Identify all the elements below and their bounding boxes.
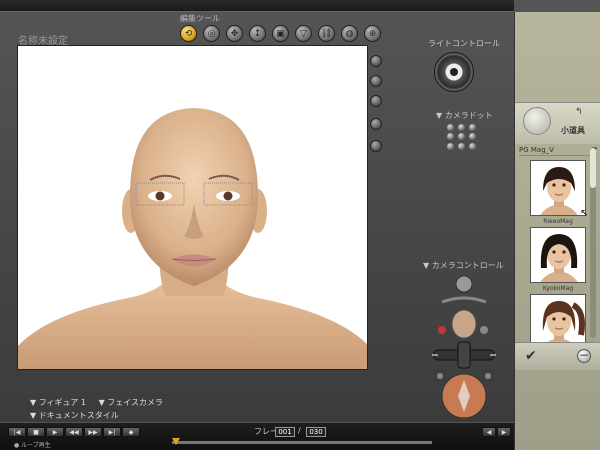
camera-dot-label[interactable]: ▼ カメラドット [436, 110, 493, 121]
mouse-pointer-icon: ↖ [580, 208, 589, 219]
library-section-title: 小道具 [561, 126, 585, 135]
library-footer: ✔ − [515, 342, 600, 370]
total-frames-field[interactable]: 030 [306, 427, 326, 437]
rotate-tool-icon: ⟲ [184, 28, 193, 39]
right-transport-controls: ◀ ▶ [482, 427, 511, 437]
library-header: ↰ 小道具 [515, 102, 600, 144]
taper-tool-icon: ▽ [300, 28, 307, 39]
library-item-thumbnail [530, 227, 586, 283]
props-category-icon[interactable] [523, 107, 551, 135]
color-tool-button[interactable]: ◍ [341, 25, 358, 42]
translate-in-out-tool-icon: ↕ [253, 28, 262, 39]
taper-tool-button[interactable]: ▽ [295, 25, 312, 42]
light-control-label: ライトコントロール [428, 39, 500, 48]
apply-checkmark-button[interactable]: ✔ [525, 348, 537, 364]
timeline-prev-button[interactable]: ◀ [482, 427, 496, 437]
translate-tool-button[interactable]: ✥ [226, 25, 243, 42]
color-tool-icon: ◍ [345, 28, 354, 39]
library-item-thumbnail [530, 160, 586, 216]
camera-dot-1[interactable] [447, 124, 454, 131]
editing-tools-title: 編集ツール [180, 14, 220, 23]
light-control-globe[interactable] [434, 52, 474, 92]
camera-control-widget[interactable] [428, 272, 506, 420]
timeline-next-button[interactable]: ▶ [497, 427, 511, 437]
camera-control-label[interactable]: ▼ カメラコントロール [423, 260, 504, 271]
chain-break-tool-button[interactable]: ⛓ [318, 25, 335, 42]
camera-dot-8[interactable] [458, 142, 465, 150]
figure-render [18, 108, 367, 369]
document-style-menu[interactable]: ▼ ドキュメントスタイル [30, 410, 119, 421]
go-start-button[interactable]: |◀ [8, 427, 26, 437]
view-buttons [370, 55, 382, 107]
timeline-slider[interactable] [172, 438, 432, 445]
library-dropdown[interactable]: PG Mag_V ▼ [519, 146, 597, 156]
library-scrollbar[interactable] [590, 148, 596, 338]
camera-head-icon[interactable] [455, 275, 473, 293]
view-magnifier-tool-icon: ⊕ [368, 28, 377, 39]
remove-button[interactable]: − [577, 349, 591, 363]
library-panel: ↰ 小道具 PG Mag_V ▼ RieeoMag KyokoMag ✔ − [514, 12, 600, 450]
view-button-2[interactable] [370, 75, 382, 87]
camera-dot-2[interactable] [458, 124, 465, 131]
editing-toolbar: ⟲ ◎ ✥ ↕ ▣ ▽ ⛓ ◍ ⊕ [180, 25, 381, 42]
step-back-button[interactable]: ◀◀ [65, 427, 83, 437]
view-button-3[interactable] [370, 95, 382, 107]
timeline-slider-knob[interactable] [172, 438, 180, 445]
camera-dot-4[interactable] [447, 133, 454, 141]
library-item[interactable]: KyokoMag [523, 227, 593, 294]
library-thumbnails: RieeoMag KyokoMag [523, 160, 593, 361]
poser-window: 名称未設定 編集ツール ⟲ ◎ ✥ ↕ ▣ ▽ ⛓ ◍ ⊕ ライトコントロール … [0, 0, 600, 450]
scale-tool-button[interactable]: ▣ [272, 25, 289, 42]
library-scroll-thumb[interactable] [590, 148, 596, 188]
light-center-icon [450, 68, 458, 76]
twist-tool-button[interactable]: ◎ [203, 25, 220, 42]
tab-face-camera[interactable]: ▼ フェイスカメラ [99, 398, 163, 407]
camera-dot-3[interactable] [469, 124, 476, 131]
bottom-tabs: ▼ フィギュア 1 ▼ フェイスカメラ [30, 397, 173, 408]
play-button[interactable]: ▶ [46, 427, 64, 437]
transport-controls: |◀ ■ ▶ ◀◀ ▶▶ ▶| ◆ [8, 427, 140, 437]
step-forward-button[interactable]: ▶▶ [84, 427, 102, 437]
translate-in-out-tool-button[interactable]: ↕ [249, 25, 266, 42]
view-button-1[interactable] [370, 55, 382, 67]
library-parent-icon[interactable]: ↰ [575, 107, 583, 117]
keyframe-button[interactable]: ◆ [122, 427, 140, 437]
animation-timeline: |◀ ■ ▶ ◀◀ ▶▶ ▶| ◆ ● ループ再生 フレーム： 001 / 03… [0, 422, 514, 450]
camera-left-hand-icon[interactable] [438, 326, 446, 334]
loop-playback-label[interactable]: ● ループ再生 [14, 440, 51, 449]
tab-figure[interactable]: ▼ フィギュア 1 [30, 398, 86, 407]
title-bar [0, 0, 514, 12]
camera-dots [447, 124, 477, 150]
library-item-label: KyokoMag [542, 285, 574, 292]
translate-tool-icon: ✥ [230, 28, 239, 39]
stop-button[interactable]: ■ [27, 427, 45, 437]
camera-dot-7[interactable] [447, 142, 454, 150]
rotate-tool-button[interactable]: ⟲ [180, 25, 197, 42]
camera-arc-icon[interactable] [441, 296, 487, 304]
camera-right-hand-icon[interactable] [480, 326, 488, 334]
twist-tool-icon: ◎ [207, 28, 216, 39]
scale-tool-icon: ▣ [276, 28, 285, 39]
current-frame-field[interactable]: 001 [275, 427, 295, 437]
chain-break-tool-icon: ⛓ [320, 28, 333, 39]
camera-dot-9[interactable] [469, 142, 476, 150]
view-magnifier-tool-button[interactable]: ⊕ [364, 25, 381, 42]
go-end-button[interactable]: ▶| [103, 427, 121, 437]
camera-dot-6[interactable] [469, 133, 476, 141]
view-buttons-lower [370, 118, 382, 152]
document-viewport[interactable] [17, 45, 368, 370]
camera-face-icon[interactable] [451, 309, 477, 339]
view-button-5[interactable] [370, 140, 382, 152]
library-dropdown-value: PG Mag_V [519, 146, 554, 154]
camera-dot-5[interactable] [458, 133, 465, 141]
view-button-4[interactable] [370, 118, 382, 130]
